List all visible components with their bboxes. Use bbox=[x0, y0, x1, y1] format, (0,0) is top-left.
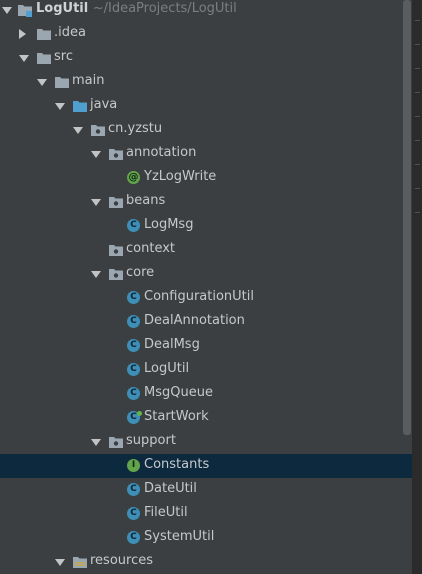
expand-arrow-icon[interactable] bbox=[55, 559, 65, 566]
tree-row-systemutil[interactable]: C SystemUtil bbox=[0, 526, 412, 550]
class-icon: C bbox=[127, 339, 140, 352]
tree-label-core: core bbox=[126, 265, 155, 280]
annotation-type-icon: @ bbox=[127, 171, 140, 184]
expand-arrow-icon[interactable] bbox=[91, 439, 101, 446]
tree-row-java[interactable]: java bbox=[0, 94, 412, 118]
tree-label-configurationutil: ConfigurationUtil bbox=[144, 289, 254, 304]
project-path-label: ~/IdeaProjects/LogUtil bbox=[92, 1, 237, 16]
tree-label-main: main bbox=[72, 73, 105, 88]
resources-folder-icon bbox=[73, 557, 87, 568]
tree-label-msgqueue: MsgQueue bbox=[144, 385, 213, 400]
vertical-scrollbar-thumb[interactable] bbox=[403, 0, 411, 435]
expand-arrow-icon[interactable] bbox=[19, 55, 29, 62]
expand-arrow-icon[interactable] bbox=[91, 151, 101, 158]
editor-gutter-strip bbox=[412, 0, 422, 574]
tree-row-dateutil[interactable]: C DateUtil bbox=[0, 478, 412, 502]
folder-icon bbox=[37, 29, 51, 40]
tree-label-support: support bbox=[126, 433, 176, 448]
folder-icon bbox=[37, 53, 51, 64]
expand-arrow-icon[interactable] bbox=[73, 127, 83, 134]
tree-row-msgqueue[interactable]: C MsgQueue bbox=[0, 382, 412, 406]
tree-row-dealmsg[interactable]: C DealMsg bbox=[0, 334, 412, 358]
expand-arrow-icon[interactable] bbox=[37, 79, 47, 86]
folder-icon bbox=[55, 77, 69, 88]
tree-label-logmsg: LogMsg bbox=[144, 217, 194, 232]
tree-row-core[interactable]: core bbox=[0, 262, 412, 286]
package-icon bbox=[109, 269, 123, 280]
tree-label-java: java bbox=[90, 97, 118, 112]
tree-row-main[interactable]: main bbox=[0, 70, 412, 94]
project-tree: LogUtil ~/IdeaProjects/LogUtil .idea src… bbox=[0, 0, 412, 574]
tree-row-idea[interactable]: .idea bbox=[0, 22, 412, 46]
class-icon: C bbox=[127, 387, 140, 400]
tree-label-src: src bbox=[54, 49, 73, 64]
package-icon bbox=[91, 125, 105, 136]
collapse-arrow-icon[interactable] bbox=[19, 29, 26, 39]
tree-row-package-root[interactable]: cn.yzstu bbox=[0, 118, 412, 142]
tree-row-annotation[interactable]: annotation bbox=[0, 142, 412, 166]
tree-row-startwork[interactable]: C StartWork bbox=[0, 406, 412, 430]
tree-row-constants[interactable]: I Constants bbox=[0, 454, 412, 478]
tree-row-context[interactable]: context bbox=[0, 238, 412, 262]
tree-label-annotation: annotation bbox=[126, 145, 197, 160]
run-marker-icon bbox=[137, 411, 142, 416]
tree-label-logutil: LogUtil bbox=[144, 361, 190, 376]
tree-label-dealmsg: DealMsg bbox=[144, 337, 200, 352]
tree-label-systemutil: SystemUtil bbox=[144, 529, 215, 544]
tree-row-yzlogwrite[interactable]: @ YzLogWrite bbox=[0, 166, 412, 190]
tree-label-fileutil: FileUtil bbox=[144, 505, 188, 520]
tree-label-idea: .idea bbox=[54, 25, 86, 40]
class-icon: C bbox=[127, 315, 140, 328]
tree-row-resources[interactable]: resources bbox=[0, 550, 412, 574]
runnable-class-icon: C bbox=[127, 411, 142, 424]
tree-label-yzlogwrite: YzLogWrite bbox=[144, 169, 217, 184]
tree-label-package: cn.yzstu bbox=[108, 121, 163, 136]
expand-arrow-icon[interactable] bbox=[91, 271, 101, 278]
tree-row-src[interactable]: src bbox=[0, 46, 412, 70]
class-icon: C bbox=[127, 363, 140, 376]
class-icon: C bbox=[127, 291, 140, 304]
tree-label-context: context bbox=[126, 241, 175, 256]
tree-row-dealannotation[interactable]: C DealAnnotation bbox=[0, 310, 412, 334]
tree-label-resources: resources bbox=[90, 553, 154, 568]
package-icon bbox=[109, 197, 123, 208]
tree-label-beans: beans bbox=[126, 193, 166, 208]
project-root-label: LogUtil ~/IdeaProjects/LogUtil bbox=[36, 1, 237, 16]
package-icon bbox=[109, 437, 123, 448]
tree-row-logutil[interactable]: C LogUtil bbox=[0, 358, 412, 382]
module-folder-icon bbox=[18, 5, 32, 17]
tree-row-project-root[interactable]: LogUtil ~/IdeaProjects/LogUtil bbox=[0, 0, 412, 22]
class-icon: C bbox=[127, 507, 140, 520]
tree-label-dateutil: DateUtil bbox=[144, 481, 197, 496]
expand-arrow-icon[interactable] bbox=[91, 199, 101, 206]
source-folder-icon bbox=[73, 101, 87, 112]
expand-arrow-icon[interactable] bbox=[55, 103, 65, 110]
class-icon: C bbox=[127, 483, 140, 496]
tree-label-startwork: StartWork bbox=[144, 409, 209, 424]
expand-arrow-icon[interactable] bbox=[2, 7, 12, 14]
tree-row-beans[interactable]: beans bbox=[0, 190, 412, 214]
tree-label-constants: Constants bbox=[144, 457, 210, 472]
tree-row-logmsg[interactable]: C LogMsg bbox=[0, 214, 412, 238]
class-icon: C bbox=[127, 219, 140, 232]
package-icon bbox=[109, 245, 123, 256]
tree-row-configurationutil[interactable]: C ConfigurationUtil bbox=[0, 286, 412, 310]
class-icon: C bbox=[127, 531, 140, 544]
interface-icon: I bbox=[127, 459, 140, 472]
tree-label-dealannotation: DealAnnotation bbox=[144, 313, 245, 328]
tree-row-fileutil[interactable]: C FileUtil bbox=[0, 502, 412, 526]
tree-row-support[interactable]: support bbox=[0, 430, 412, 454]
package-icon bbox=[109, 149, 123, 160]
